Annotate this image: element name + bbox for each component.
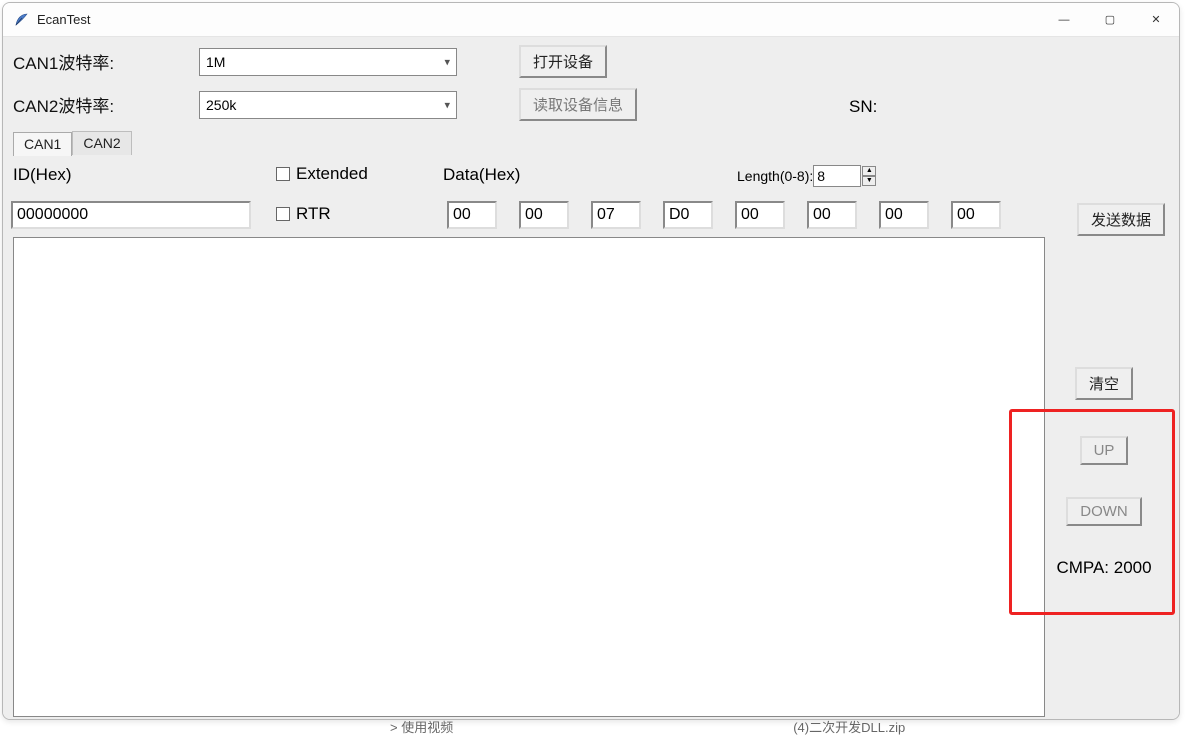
chevron-down-icon: ▾ [444,55,450,68]
can2-baud-value: 250k [206,97,236,113]
down-button[interactable]: DOWN [1066,497,1142,526]
open-device-button[interactable]: 打开设备 [519,45,607,78]
clear-button[interactable]: 清空 [1075,367,1133,400]
length-label: Length(0-8): [737,168,813,184]
titlebar: EcanTest ― ▢ ✕ [3,3,1179,37]
app-feather-icon [13,12,29,28]
log-area[interactable] [13,237,1045,717]
data-byte-3[interactable] [663,201,713,229]
extended-checkbox[interactable] [276,167,290,181]
log-area-wrap [13,237,1045,717]
cmpa-label: CMPA: 2000 [1056,558,1151,578]
read-device-info-button[interactable]: 读取设备信息 [519,88,637,121]
can1-baud-value: 1M [206,54,225,70]
rtr-checkbox-wrap[interactable]: RTR [276,204,331,224]
chevron-down-icon: ▾ [444,98,450,111]
tab-can1[interactable]: CAN1 [13,132,72,156]
app-window: EcanTest ― ▢ ✕ CAN1波特率: 1M ▾ 打开设备 CAN2波特… [2,2,1180,720]
peek-text-a: > 使用视频 [390,717,453,736]
minimize-button[interactable]: ― [1041,3,1087,37]
up-button[interactable]: UP [1080,436,1129,465]
data-byte-1[interactable] [519,201,569,229]
data-byte-2[interactable] [591,201,641,229]
data-byte-6[interactable] [879,201,929,229]
peek-text-b: (4)二次开发DLL.zip [793,717,905,736]
maximize-button[interactable]: ▢ [1087,3,1133,37]
sn-label: SN: [849,97,877,117]
send-data-button[interactable]: 发送数据 [1077,203,1165,236]
data-byte-5[interactable] [807,201,857,229]
rtr-checkbox[interactable] [276,207,290,221]
can1-baud-select[interactable]: 1M ▾ [199,48,457,76]
extended-checkbox-wrap[interactable]: Extended [276,164,368,184]
id-label: ID(Hex) [13,165,72,185]
rtr-label: RTR [296,204,331,224]
spinner-down-icon[interactable]: ▼ [862,176,876,186]
data-byte-0[interactable] [447,201,497,229]
client-area: CAN1波特率: 1M ▾ 打开设备 CAN2波特率: 250k ▾ 读取设备信… [3,37,1179,719]
tab-can2[interactable]: CAN2 [72,131,131,155]
can-tabs: CAN1 CAN2 [13,131,1169,155]
length-spinner[interactable]: ▲ ▼ [862,166,876,186]
length-input[interactable] [813,165,861,187]
data-label: Data(Hex) [443,165,520,185]
close-button[interactable]: ✕ [1133,3,1179,37]
id-input[interactable] [11,201,251,229]
data-bytes-row [447,201,1001,229]
spinner-up-icon[interactable]: ▲ [862,166,876,176]
data-byte-7[interactable] [951,201,1001,229]
can1-baud-label: CAN1波特率: [13,49,199,74]
can2-baud-label: CAN2波特率: [13,92,199,117]
can2-baud-select[interactable]: 250k ▾ [199,91,457,119]
right-column: 清空 UP DOWN CMPA: 2000 [1043,237,1165,578]
window-title: EcanTest [37,12,90,27]
extended-label: Extended [296,164,368,184]
length-wrap: Length(0-8): ▲ ▼ [737,165,876,187]
data-byte-4[interactable] [735,201,785,229]
